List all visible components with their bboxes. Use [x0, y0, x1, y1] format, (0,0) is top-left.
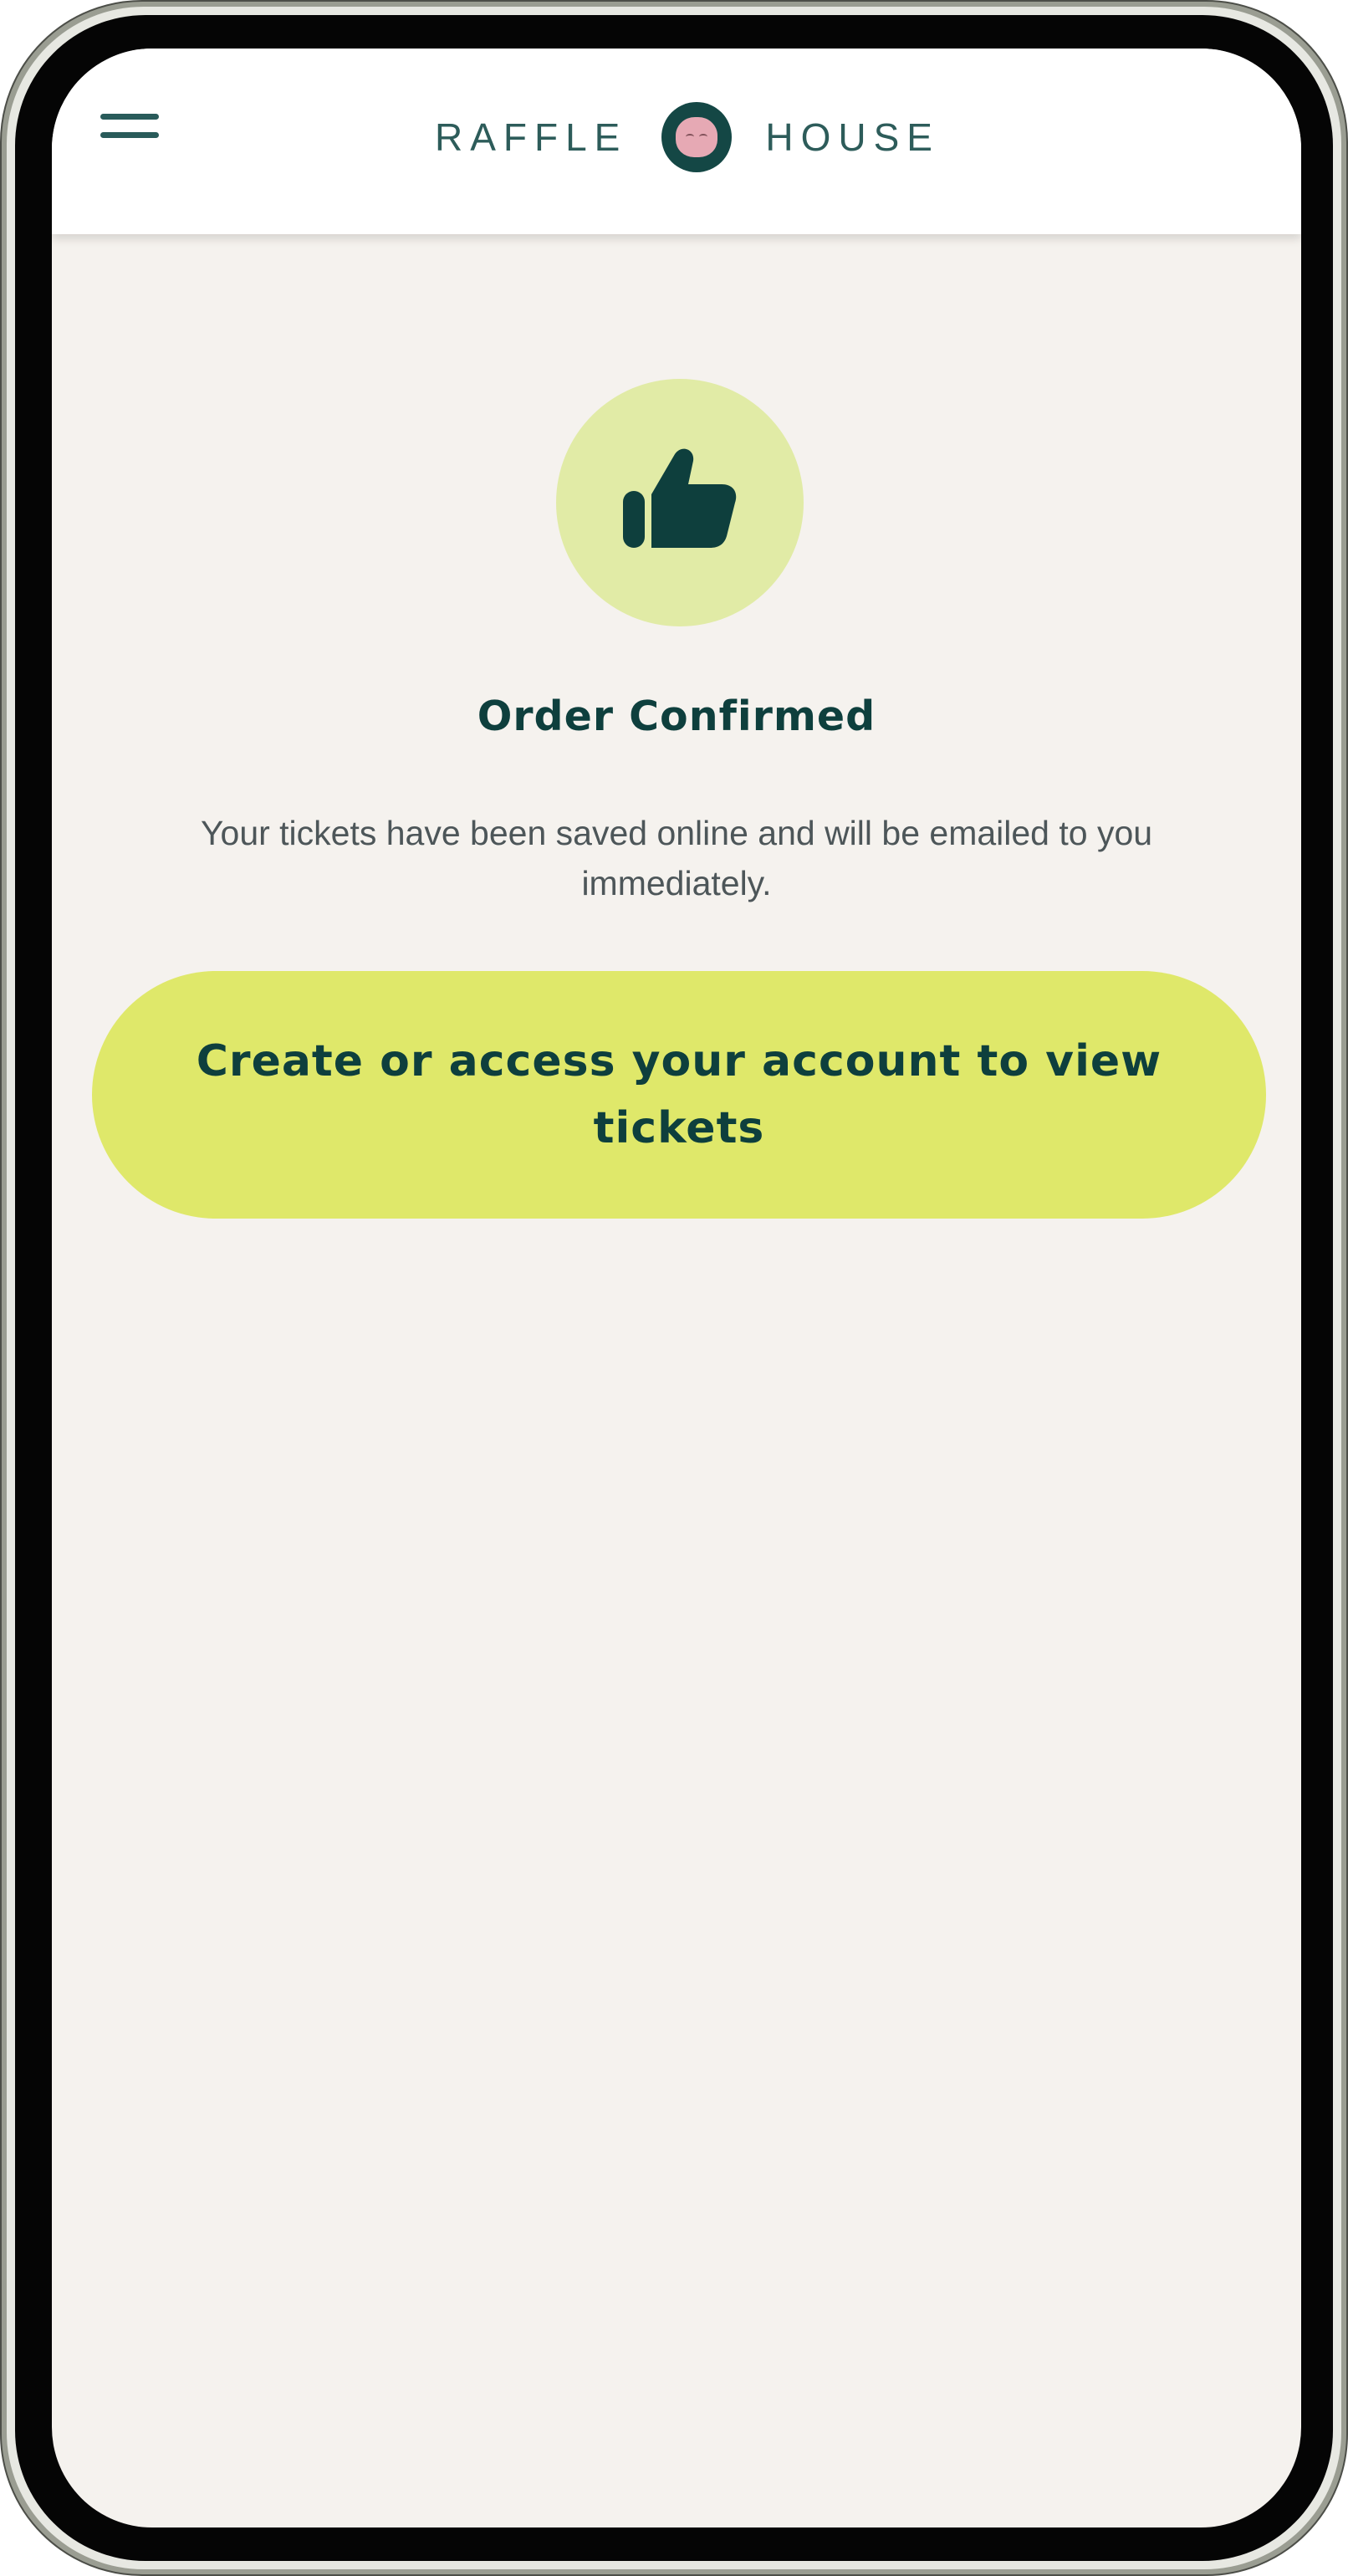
create-account-button[interactable]: Create or access your account to view ti… [92, 971, 1266, 1219]
screen: RAFFLE HOUSE Order Confirmed Your ticket… [52, 49, 1301, 2527]
pig-logo-icon [661, 102, 732, 172]
confirmation-badge [556, 379, 804, 626]
confirmation-message: Your tickets have been saved online and … [200, 814, 1153, 902]
site-logo[interactable]: RAFFLE HOUSE [435, 99, 940, 176]
logo-text-left: RAFFLE [435, 115, 628, 159]
create-account-button-label: Create or access your account to view ti… [196, 1036, 1162, 1153]
site-header: RAFFLE HOUSE [52, 49, 1301, 234]
thumbs-up-icon [623, 448, 737, 548]
logo-text-right: HOUSE [765, 115, 940, 159]
hamburger-menu-icon[interactable] [100, 107, 162, 149]
page-title: Order Confirmed [477, 693, 876, 740]
